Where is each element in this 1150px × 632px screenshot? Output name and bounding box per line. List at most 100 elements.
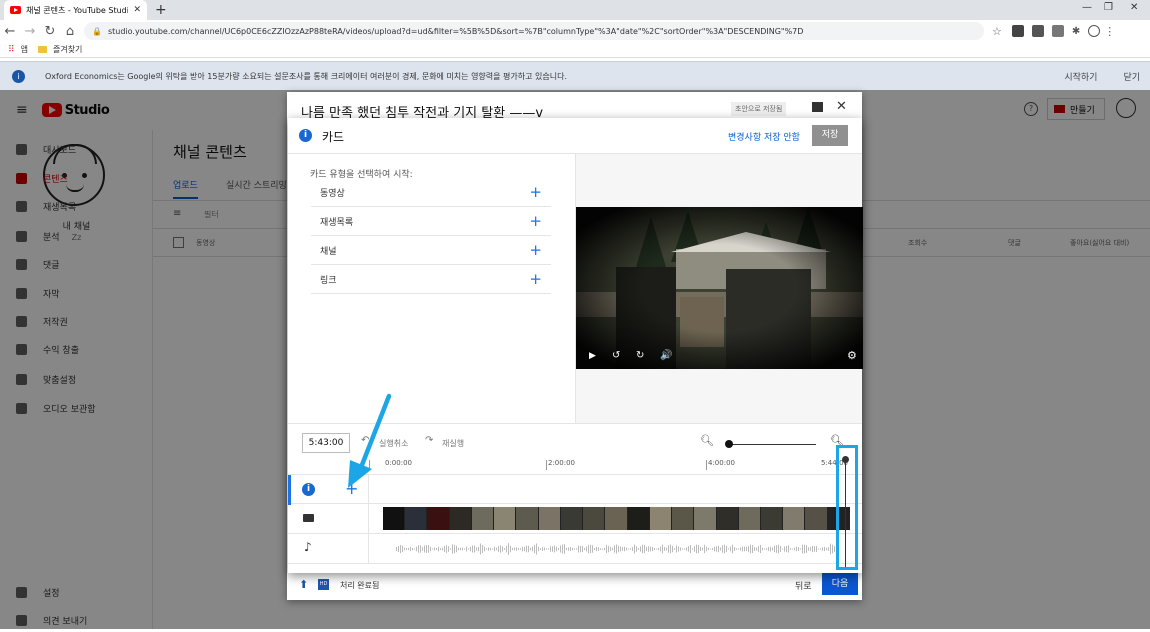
add-card-type-icon[interactable]: + — [529, 184, 542, 200]
feedback-icon[interactable] — [812, 102, 823, 112]
waveform-bar — [488, 547, 489, 551]
discard-changes-button[interactable]: 변경사항 저장 안함 — [728, 130, 800, 143]
new-tab-button[interactable]: + — [155, 2, 167, 18]
annotation-highlight-box — [836, 445, 858, 570]
bookmark-apps[interactable]: 앱 — [21, 44, 28, 55]
waveform-bar — [764, 548, 765, 550]
video-filmstrip[interactable] — [383, 507, 850, 530]
waveform-bar — [512, 547, 513, 551]
waveform-bar — [542, 547, 543, 551]
waveform-bar — [464, 548, 465, 550]
waveform-bar — [554, 545, 555, 553]
waveform-bar — [576, 548, 577, 550]
waveform-bar — [686, 547, 687, 551]
filmstrip-frame — [583, 507, 605, 530]
waveform-bar — [768, 547, 769, 551]
video-settings-gear-icon[interactable]: ⚙ — [847, 349, 857, 362]
extension-icon[interactable] — [1011, 25, 1024, 37]
browser-tab[interactable]: 채널 콘텐츠 - YouTube Studio ✕ — [4, 0, 147, 20]
close-window-icon[interactable]: ✕ — [1130, 2, 1138, 13]
profile-avatar-icon[interactable] — [1088, 25, 1101, 37]
waveform-bar — [680, 547, 681, 551]
waveform-bar — [796, 546, 797, 552]
draft-saved-badge: 초안으로 저장됨 — [731, 102, 787, 116]
close-dialog-icon[interactable]: ✕ — [836, 99, 847, 114]
zoom-out-icon[interactable]: 🔍︎ — [700, 434, 714, 447]
address-bar[interactable]: 🔒 studio.youtube.com/channel/UC6p0CE6cZZ… — [84, 22, 984, 40]
cards-editor-dialog: i 카드 변경사항 저장 안함 저장 카드 유형을 선택하여 시작: 동영상 + 재… — [288, 118, 863, 573]
zoom-slider-track[interactable] — [728, 444, 816, 445]
zoom-slider-handle[interactable] — [725, 440, 733, 448]
waveform-bar — [396, 547, 397, 551]
waveform-bar — [528, 545, 529, 553]
waveform-bar — [756, 547, 757, 551]
add-card-type-icon[interactable]: + — [529, 271, 542, 287]
card-type-row[interactable]: 채널 + — [311, 236, 551, 265]
card-type-row[interactable]: 동영상 + — [311, 178, 551, 207]
play-icon[interactable]: ▶ — [589, 351, 596, 361]
waveform-bar — [834, 546, 835, 552]
apps-grid-icon[interactable]: ⠿ — [8, 45, 15, 55]
forward-arrow-icon[interactable]: → — [20, 24, 40, 39]
waveform-bar — [644, 544, 645, 554]
waveform-bar — [760, 544, 761, 554]
redo-icon[interactable]: ↷ — [425, 435, 433, 446]
waveform-bar — [442, 547, 443, 551]
bookmark-favorites[interactable]: 즐겨찾기 — [53, 44, 82, 55]
waveform-bar — [472, 545, 473, 553]
bookmark-star-icon[interactable]: ☆ — [992, 25, 1002, 38]
waveform-bar — [492, 548, 493, 550]
restore-window-icon[interactable]: ❐ — [1104, 2, 1113, 13]
waveform-bar — [762, 547, 763, 551]
next-button[interactable]: 다음 — [822, 573, 858, 595]
banner-close-link[interactable]: 닫기 — [1123, 70, 1140, 83]
waveform-bar — [546, 548, 547, 550]
waveform-bar — [458, 547, 459, 551]
back-arrow-icon[interactable]: ← — [0, 24, 20, 39]
youtube-favicon-icon — [10, 6, 21, 14]
forward-10-icon[interactable]: ↻ — [636, 350, 644, 361]
volume-icon[interactable]: 🔊 — [660, 350, 672, 361]
waveform-bar — [752, 545, 753, 553]
waveform-bar — [728, 548, 729, 550]
reload-icon[interactable]: ↻ — [40, 24, 60, 39]
waveform-bar — [590, 544, 591, 554]
waveform-bar — [562, 544, 563, 554]
chrome-menu-icon[interactable]: ⋮ — [1104, 25, 1115, 38]
close-tab-icon[interactable]: ✕ — [133, 5, 141, 15]
waveform-bar — [698, 544, 699, 554]
waveform-bar — [704, 544, 705, 554]
waveform-bar — [640, 546, 641, 552]
filmstrip-frame — [494, 507, 516, 530]
banner-start-link[interactable]: 시작하기 — [1064, 70, 1097, 83]
waveform-bar — [702, 547, 703, 551]
waveform-bar — [678, 546, 679, 552]
minimize-window-icon[interactable]: — — [1082, 2, 1092, 13]
card-type-row[interactable]: 재생목록 + — [311, 207, 551, 236]
waveform-bar — [666, 547, 667, 551]
audio-track: ♪ — [288, 534, 862, 564]
waveform-bar — [830, 543, 831, 555]
waveform-bar — [770, 546, 771, 552]
puzzle-extensions-icon[interactable]: ✱ — [1072, 26, 1080, 37]
cards-editor-header: i 카드 변경사항 저장 안함 저장 — [288, 118, 862, 154]
waveform-bar — [518, 548, 519, 550]
add-card-type-icon[interactable]: + — [529, 213, 542, 229]
waveform-bar — [740, 547, 741, 551]
lock-icon: 🔒 — [92, 26, 102, 36]
waveform-bar — [792, 548, 793, 550]
video-player[interactable]: ▶ ↺ ↻ 🔊 ⚙ — [576, 207, 863, 369]
save-button[interactable]: 저장 — [812, 125, 848, 146]
filmstrip-frame — [783, 507, 805, 530]
add-card-type-icon[interactable]: + — [529, 242, 542, 258]
waveform-bar — [674, 548, 675, 550]
back-button[interactable]: 뒤로 — [795, 579, 812, 592]
home-icon[interactable]: ⌂ — [60, 24, 80, 39]
redo-label[interactable]: 재실행 — [442, 438, 464, 449]
rewind-10-icon[interactable]: ↺ — [612, 350, 620, 361]
card-type-row[interactable]: 링크 + — [311, 265, 551, 294]
waveform-bar — [498, 546, 499, 552]
extension-translate-icon[interactable] — [1051, 25, 1064, 37]
extension-s-icon[interactable] — [1031, 25, 1044, 37]
waveform-bar — [520, 548, 521, 550]
